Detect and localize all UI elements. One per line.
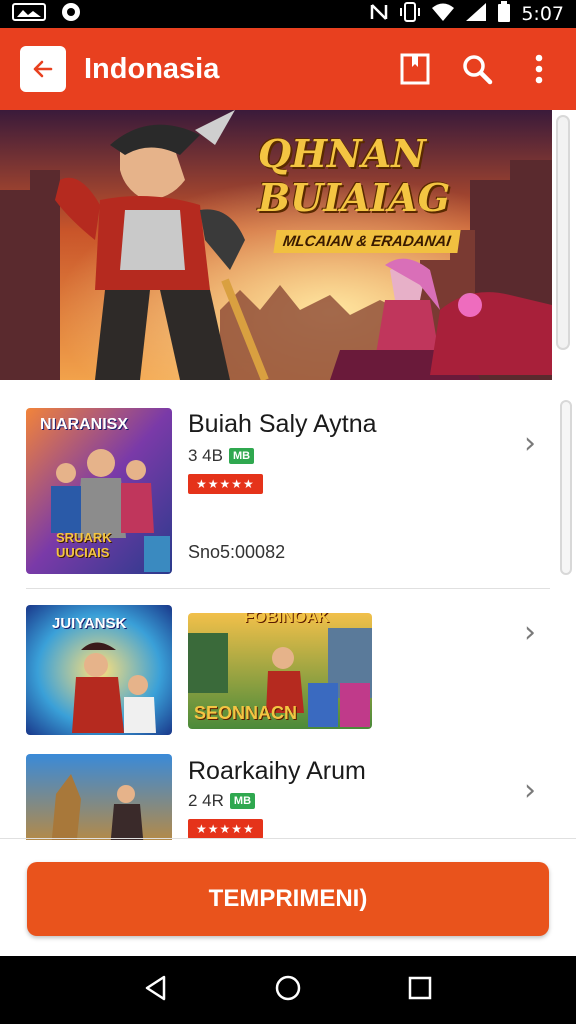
divider bbox=[0, 838, 576, 839]
arrow-left-icon bbox=[33, 60, 53, 78]
list-item[interactable]: Roarkaihy Arum 2 4R MB ★★★★★ › bbox=[0, 745, 550, 840]
recents-nav-button[interactable] bbox=[407, 975, 433, 1006]
game-list: NIARANISX SRUARK UUCIAIS Buiah Saly Aytn… bbox=[0, 390, 556, 840]
size-badge: MB bbox=[228, 448, 255, 464]
game-title: Roarkaihy Arum bbox=[188, 757, 366, 785]
game-thumbnail: NIARANISX SRUARK UUCIAIS bbox=[26, 408, 172, 574]
vibrate-icon bbox=[399, 1, 421, 28]
game-title: Buiah Saly Aytna bbox=[188, 410, 377, 438]
thumbnail-label-bottom: SRUARK UUCIAIS bbox=[56, 530, 112, 560]
chevron-right-icon[interactable]: › bbox=[524, 773, 536, 808]
list-item[interactable]: NIARANISX SRUARK UUCIAIS Buiah Saly Aytn… bbox=[0, 390, 550, 590]
search-icon bbox=[463, 55, 493, 85]
featured-banner[interactable]: QHNAN BUIAIAG MLCAIAN & ERADANAI bbox=[0, 110, 552, 380]
page-title: Indonasia bbox=[84, 52, 220, 85]
app-bar: Indonasia bbox=[0, 28, 576, 110]
primary-action-button[interactable]: TEMPRIMENI) bbox=[27, 862, 549, 936]
thumbnail-label-top: NIARANISX bbox=[40, 416, 129, 433]
chevron-right-icon[interactable]: › bbox=[524, 426, 536, 461]
bookmark-button[interactable] bbox=[398, 52, 432, 86]
circle-home-icon bbox=[275, 975, 301, 1000]
list-scrollbar[interactable] bbox=[560, 400, 572, 575]
list-item[interactable]: JUIYANSK FOBINOAK SEONNACN › bbox=[0, 595, 550, 745]
status-bar: 5:07 bbox=[0, 0, 576, 28]
chevron-right-icon[interactable]: › bbox=[524, 615, 536, 650]
back-nav-button[interactable] bbox=[143, 975, 169, 1006]
battery-icon bbox=[497, 0, 511, 28]
banner-headline: QHNAN BUIAIAG bbox=[258, 131, 451, 220]
size-badge: MB bbox=[229, 793, 256, 809]
game-size: 3 4B bbox=[188, 446, 223, 465]
game-meta: 2 4R MB bbox=[188, 791, 256, 811]
screenshot-label-top: FOBINOAK bbox=[244, 613, 330, 626]
screenshot-label-bottom: SEONNACN bbox=[194, 703, 298, 723]
rating-badge: ★★★★★ bbox=[188, 474, 263, 494]
system-nav-bar bbox=[0, 956, 576, 1024]
gallery-icon bbox=[12, 2, 46, 27]
signal-icon bbox=[465, 2, 487, 27]
more-button[interactable] bbox=[522, 52, 556, 86]
wifi-icon bbox=[431, 2, 455, 27]
banner-subline: MLCAIAN & ERADANAI bbox=[273, 230, 461, 253]
divider bbox=[26, 588, 550, 589]
game-screenshot: FOBINOAK SEONNACN bbox=[188, 613, 372, 729]
home-nav-button[interactable] bbox=[274, 974, 302, 1007]
triangle-back-icon bbox=[145, 975, 165, 1000]
game-price: Sno5:00082 bbox=[188, 542, 286, 562]
game-thumbnail bbox=[26, 754, 172, 840]
bookmark-icon bbox=[400, 53, 430, 85]
banner-scrollbar[interactable] bbox=[556, 115, 570, 350]
rating-badge: ★★★★★ bbox=[188, 819, 263, 839]
back-button[interactable] bbox=[20, 46, 66, 92]
thumbnail-label-top: JUIYANSK bbox=[52, 615, 127, 632]
game-size: 2 4R bbox=[188, 791, 224, 810]
record-icon bbox=[60, 1, 82, 28]
status-time: 5:07 bbox=[521, 3, 564, 25]
game-thumbnail: JUIYANSK bbox=[26, 605, 172, 735]
game-meta: 3 4B MB bbox=[188, 446, 255, 466]
more-vert-icon bbox=[535, 54, 543, 84]
search-button[interactable] bbox=[460, 52, 494, 86]
square-recents-icon bbox=[409, 976, 432, 999]
nfc-icon bbox=[369, 2, 389, 27]
